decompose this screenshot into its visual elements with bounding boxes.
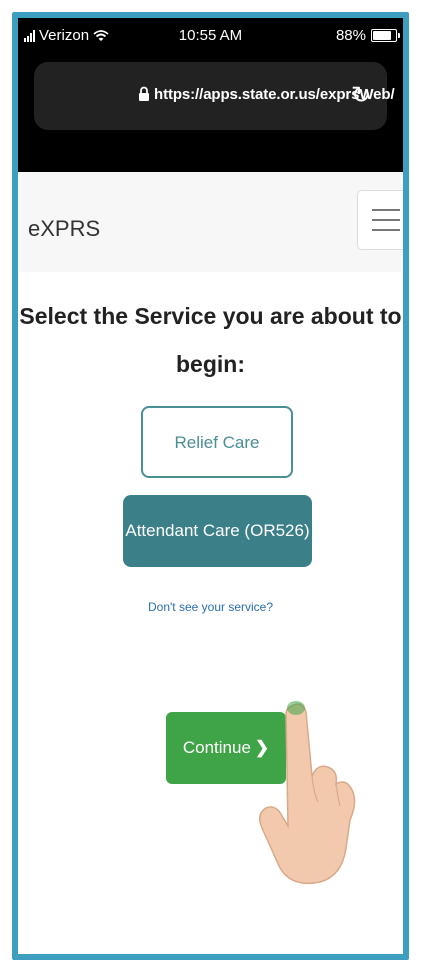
brand-title[interactable]: eXPRS — [28, 216, 100, 242]
app-navbar: eXPRS — [18, 172, 403, 272]
status-bar: Verizon 10:55 AM 88% — [18, 18, 403, 58]
lock-icon — [139, 86, 149, 101]
pointing-hand-icon — [259, 701, 356, 885]
heading-line-2: begin: — [176, 351, 245, 377]
missing-service-link[interactable]: Don't see your service? — [18, 600, 403, 614]
address-bar[interactable]: https://apps.state.or.us/exprsWeb/ ↻ — [34, 62, 395, 130]
menu-icon[interactable] — [357, 190, 403, 250]
continue-label: Continue — [182, 738, 251, 757]
browser-chrome: https://apps.state.or.us/exprsWeb/ ↻ — [18, 58, 403, 172]
attendant-care-button[interactable]: Attendant Care (OR526) — [123, 495, 312, 567]
page-heading: Select the Service you are about to begi… — [18, 292, 403, 388]
reload-icon[interactable]: ↻ — [351, 81, 371, 110]
battery-icon — [371, 29, 400, 42]
screenshot-frame: Verizon 10:55 AM 88% https://apps.state.… — [12, 12, 409, 960]
phone-screen: Verizon 10:55 AM 88% https://apps.state.… — [18, 18, 403, 954]
heading-line-1: Select the Service you are about to — [19, 303, 402, 329]
status-right: 88% — [335, 27, 400, 44]
battery-percent: 88% — [335, 27, 366, 44]
relief-care-button[interactable]: Relief Care (OR507) — [141, 406, 293, 522]
